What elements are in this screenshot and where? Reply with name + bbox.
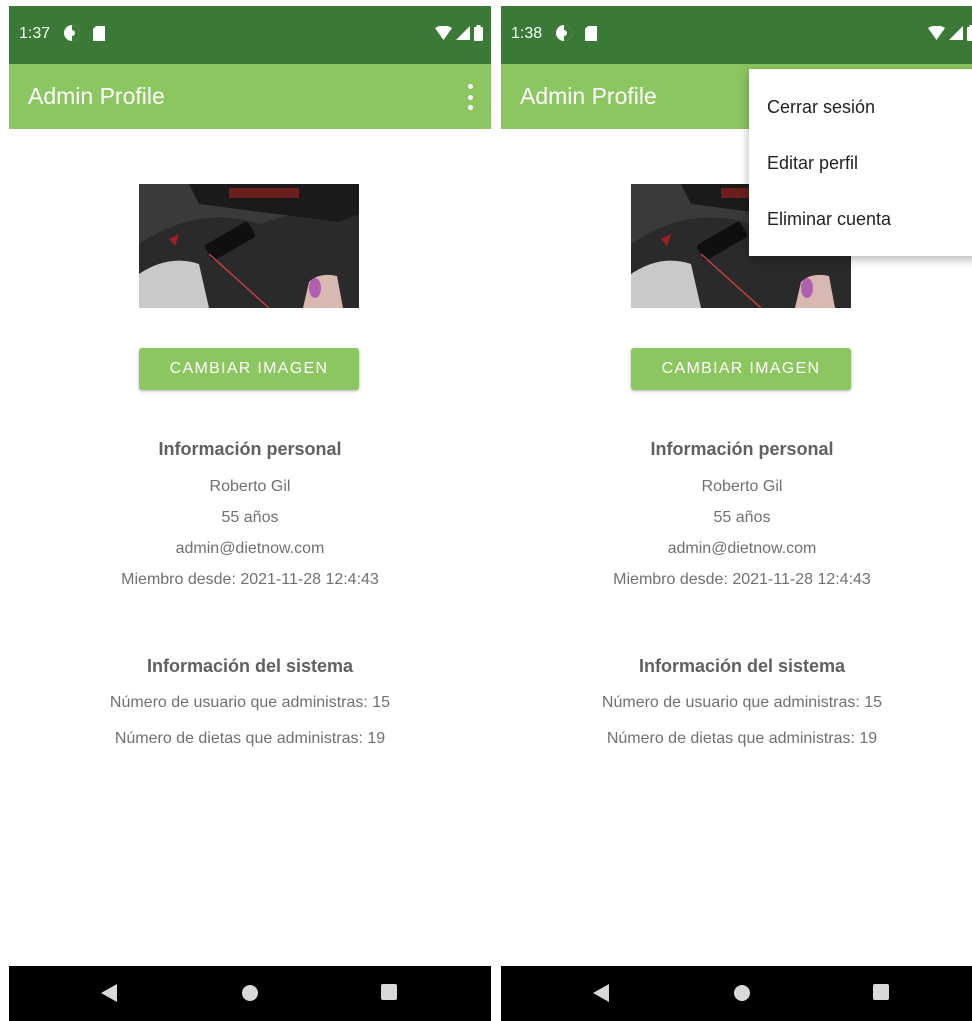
sd-card-icon: [585, 25, 597, 41]
home-icon[interactable]: [241, 984, 259, 1002]
personal-info-heading: Información personal: [158, 439, 342, 459]
app-title: Admin Profile: [520, 83, 657, 109]
status-time: 1:37: [19, 25, 51, 42]
wifi-icon: [435, 26, 452, 40]
app-title: Admin Profile: [28, 83, 165, 109]
member-since: Miembro desde: 2021-11-28 12:4:43: [613, 571, 871, 588]
recents-icon[interactable]: [381, 984, 397, 1000]
sd-card-icon: [93, 25, 105, 41]
navigation-bar: [501, 966, 972, 1021]
shield-icon: [64, 25, 80, 41]
app-bar: Admin Profile: [9, 64, 491, 129]
user-name: Roberto Gil: [701, 478, 783, 495]
wifi-icon: [928, 26, 945, 40]
menu-item-logout[interactable]: Cerrar sesión: [767, 97, 875, 118]
battery-icon: [967, 25, 972, 41]
status-bar: 1:37: [9, 6, 491, 64]
user-email: admin@dietnow.com: [175, 540, 325, 557]
menu-item-edit-profile[interactable]: Editar perfil: [767, 153, 858, 174]
users-count: Número de usuario que administras: 15: [601, 694, 883, 711]
member-since: Miembro desde: 2021-11-28 12:4:43: [121, 571, 379, 588]
system-info-heading: Información del sistema: [638, 656, 846, 676]
signal-icon: [456, 26, 470, 40]
change-image-button[interactable]: CAMBIAR IMAGEN: [139, 348, 359, 390]
recents-icon[interactable]: [873, 984, 889, 1000]
diets-count: Número de dietas que administras: 19: [606, 730, 878, 747]
navigation-bar: [9, 966, 491, 1021]
back-icon[interactable]: [593, 984, 609, 1002]
diets-count: Número de dietas que administras: 19: [114, 730, 386, 747]
phone-screen-right: 1:38 Admin Profile CAMBIAR IMAGEN Inform…: [501, 6, 972, 1021]
phone-screen-left: 1:37 Admin Profile CAMBIAR IMAGEN Inform…: [9, 6, 491, 1021]
status-bar: 1:38: [501, 6, 972, 64]
status-time: 1:38: [511, 25, 543, 42]
overflow-menu: Cerrar sesión Editar perfil Eliminar cue…: [749, 69, 972, 256]
back-icon[interactable]: [101, 984, 117, 1002]
profile-image: [139, 184, 359, 308]
signal-icon: [949, 26, 963, 40]
overflow-menu-icon[interactable]: [463, 84, 477, 110]
user-name: Roberto Gil: [209, 478, 291, 495]
user-age: 55 años: [221, 509, 279, 526]
personal-info-heading: Información personal: [650, 439, 834, 459]
home-icon[interactable]: [733, 984, 751, 1002]
shield-icon: [556, 25, 572, 41]
battery-icon: [474, 25, 483, 41]
user-email: admin@dietnow.com: [667, 540, 817, 557]
users-count: Número de usuario que administras: 15: [109, 694, 391, 711]
system-info-heading: Información del sistema: [146, 656, 354, 676]
user-age: 55 años: [713, 509, 771, 526]
change-image-button[interactable]: CAMBIAR IMAGEN: [631, 348, 851, 390]
menu-item-delete-account[interactable]: Eliminar cuenta: [767, 209, 891, 230]
